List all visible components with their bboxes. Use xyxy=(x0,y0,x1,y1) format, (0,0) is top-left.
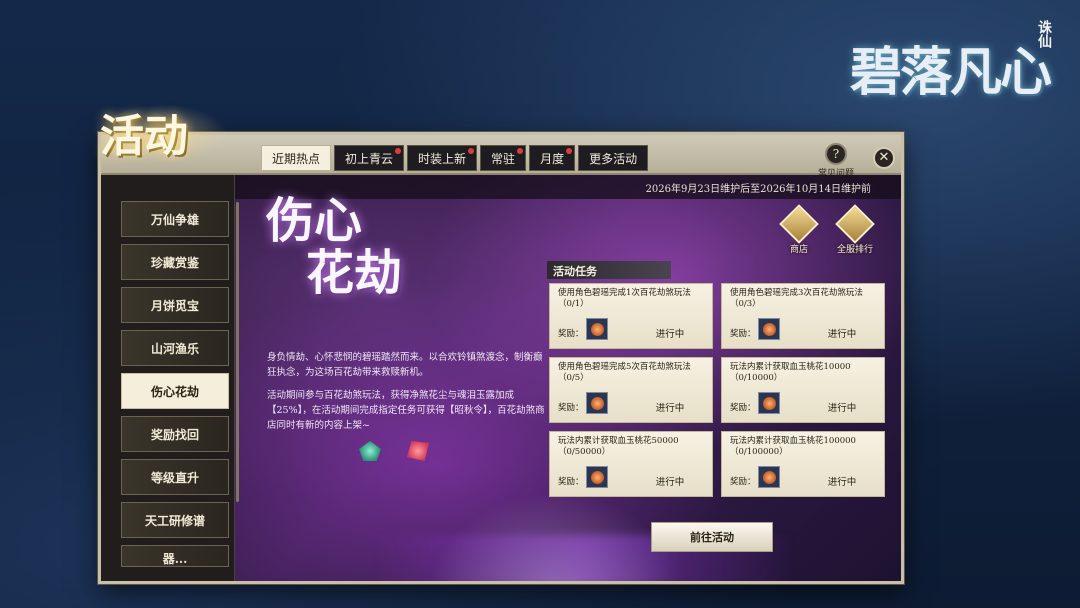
sidebar-item[interactable]: 万仙争雄 xyxy=(121,201,229,237)
task-description: 使用角色碧瑶完成5次百花劫煞玩法（0/5） xyxy=(558,362,691,383)
tab-monthly[interactable]: 月度 xyxy=(529,145,576,171)
tab-label: 月度 xyxy=(540,151,565,166)
shop-label: 商店 xyxy=(789,245,808,255)
tab-fashion[interactable]: 时装上新 xyxy=(407,145,478,171)
shop-button[interactable]: 商店 xyxy=(779,204,819,255)
tab-permanent[interactable]: 常驻 xyxy=(480,145,527,171)
faq-button[interactable]: ? 常见问题 xyxy=(816,143,856,179)
sidebar-item[interactable]: 山河渔乐 xyxy=(121,330,229,366)
logo-text: 碧落凡心 xyxy=(850,42,1052,103)
sidebar-item-label: 器... xyxy=(162,552,188,566)
reward-label: 奖励： xyxy=(558,403,584,413)
sidebar-item-active[interactable]: 伤心花劫 xyxy=(121,373,229,409)
reward-label: 奖励： xyxy=(730,403,756,413)
activity-title: 活动 xyxy=(100,111,188,162)
ranking-icon xyxy=(835,204,875,244)
reward-label: 奖励： xyxy=(730,477,756,487)
tab-qingyun[interactable]: 初上青云 xyxy=(334,145,405,171)
question-icon: ? xyxy=(825,143,847,165)
reward-label: 奖励： xyxy=(558,329,584,339)
tabs: 近期热点 初上青云 时装上新 常驻 月度 更多活动 xyxy=(261,145,649,171)
tab-label: 更多活动 xyxy=(589,151,638,166)
sidebar-item-label: 伤心花劫 xyxy=(150,384,199,399)
task-status: 进行中 xyxy=(827,477,857,488)
tab-label: 时装上新 xyxy=(418,151,467,166)
task-description: 使用角色碧瑶完成3次百花劫煞玩法（0/3） xyxy=(730,288,863,309)
event-title-line1: 伤心 xyxy=(266,193,363,249)
sidebar-item-label: 奖励找回 xyxy=(150,427,199,442)
task-status: 进行中 xyxy=(827,329,857,340)
ranking-label: 全服排行 xyxy=(836,245,873,255)
sidebar-item[interactable]: 器... xyxy=(121,545,229,567)
reward-label: 奖励： xyxy=(730,329,756,339)
tab-label: 常驻 xyxy=(491,151,516,166)
task-status: 进行中 xyxy=(827,403,857,414)
task-card: 使用角色碧瑶完成5次百花劫煞玩法（0/5） 奖励： 进行中 xyxy=(549,357,713,423)
notification-dot xyxy=(566,148,573,154)
reward-item-icon[interactable] xyxy=(586,318,608,340)
sidebar: 万仙争雄 珍藏赏鉴 月饼觅宝 山河渔乐 伤心花劫 奖励找回 等级直升 天工研修谱… xyxy=(101,175,235,581)
description-paragraph: 活动期间参与百花劫煞玩法，获得净煞花尘与魂泪玉露加成【25%】，在活动期间完成指… xyxy=(267,390,545,431)
sidebar-item[interactable]: 月饼觅宝 xyxy=(121,287,229,323)
sidebar-item-label: 山河渔乐 xyxy=(150,341,199,356)
reward-item-icon[interactable] xyxy=(758,392,780,414)
task-description: 使用角色碧瑶完成1次百花劫煞玩法（0/1） xyxy=(558,288,691,309)
reward-item-icon[interactable] xyxy=(586,466,608,488)
task-status: 进行中 xyxy=(655,477,685,488)
task-card: 使用角色碧瑶完成1次百花劫煞玩法（0/1） 奖励： 进行中 xyxy=(549,283,713,349)
reward-item-icon[interactable] xyxy=(758,318,780,340)
task-card: 玩法内累计获取血玉桃花10000（0/10000） 奖励： 进行中 xyxy=(721,357,885,423)
task-status: 进行中 xyxy=(655,329,685,340)
event-description: 身负情劫、心怀悲悯的碧瑶踏然而来。以合欢铃镇煞渡念，制衡癫狂执念，为这场百花劫带… xyxy=(267,350,549,441)
task-card: 使用角色碧瑶完成3次百花劫煞玩法（0/3） 奖励： 进行中 xyxy=(721,283,885,349)
sidebar-item[interactable]: 等级直升 xyxy=(121,459,229,495)
sidebar-item[interactable]: 天工研修谱 xyxy=(121,502,229,538)
close-icon[interactable]: ✕ xyxy=(873,147,895,169)
sidebar-item[interactable]: 珍藏赏鉴 xyxy=(121,244,229,280)
sidebar-scrollbar[interactable] xyxy=(236,202,239,502)
tab-label: 初上青云 xyxy=(345,151,394,166)
game-logo: 碧落凡心 诛仙 xyxy=(850,20,1060,110)
event-title-line2: 花劫 xyxy=(306,245,403,301)
reward-item-icon[interactable] xyxy=(586,392,608,414)
notification-dot xyxy=(517,148,524,154)
sidebar-item-label: 天工研修谱 xyxy=(144,513,205,528)
sidebar-item-label: 万仙争雄 xyxy=(150,212,199,227)
tab-more[interactable]: 更多活动 xyxy=(578,145,649,171)
ranking-button[interactable]: 全服排行 xyxy=(833,204,877,255)
goto-activity-button[interactable]: 前往活动 xyxy=(651,522,773,552)
task-description: 玩法内累计获取血玉桃花100000（0/100000） xyxy=(730,436,856,457)
sidebar-item-label: 珍藏赏鉴 xyxy=(150,255,199,270)
tab-label: 近期热点 xyxy=(272,151,321,166)
shop-icon xyxy=(779,204,819,244)
task-description: 玩法内累计获取血玉桃花50000（0/50000） xyxy=(558,436,679,457)
tab-recent-hot[interactable]: 近期热点 xyxy=(261,145,332,171)
activity-panel: 近期热点 初上青云 时装上新 常驻 月度 更多活动 ? 常见问题 ✕ 2026年… xyxy=(98,132,904,584)
notification-dot xyxy=(468,148,475,154)
task-description: 玩法内累计获取血玉桃花10000（0/10000） xyxy=(730,362,851,383)
event-title: 伤心 花劫 xyxy=(266,195,506,299)
logo-tag: 诛仙 xyxy=(1036,20,1052,48)
task-card: 玩法内累计获取血玉桃花50000（0/50000） 奖励： 进行中 xyxy=(549,431,713,497)
sidebar-item-label: 月饼觅宝 xyxy=(150,298,199,313)
reward-item-icon[interactable] xyxy=(758,466,780,488)
sidebar-item[interactable]: 奖励找回 xyxy=(121,416,229,452)
notification-dot xyxy=(395,148,402,154)
description-paragraph: 身负情劫、心怀悲悯的碧瑶踏然而来。以合欢铃镇煞渡念，制衡癫狂执念，为这场百花劫带… xyxy=(267,352,543,378)
sidebar-item-label: 等级直升 xyxy=(150,470,199,485)
task-status: 进行中 xyxy=(655,403,685,414)
task-card: 玩法内累计获取血玉桃花100000（0/100000） 奖励： 进行中 xyxy=(721,431,885,497)
tasks-header: 活动任务 xyxy=(547,261,671,279)
reward-label: 奖励： xyxy=(558,477,584,487)
